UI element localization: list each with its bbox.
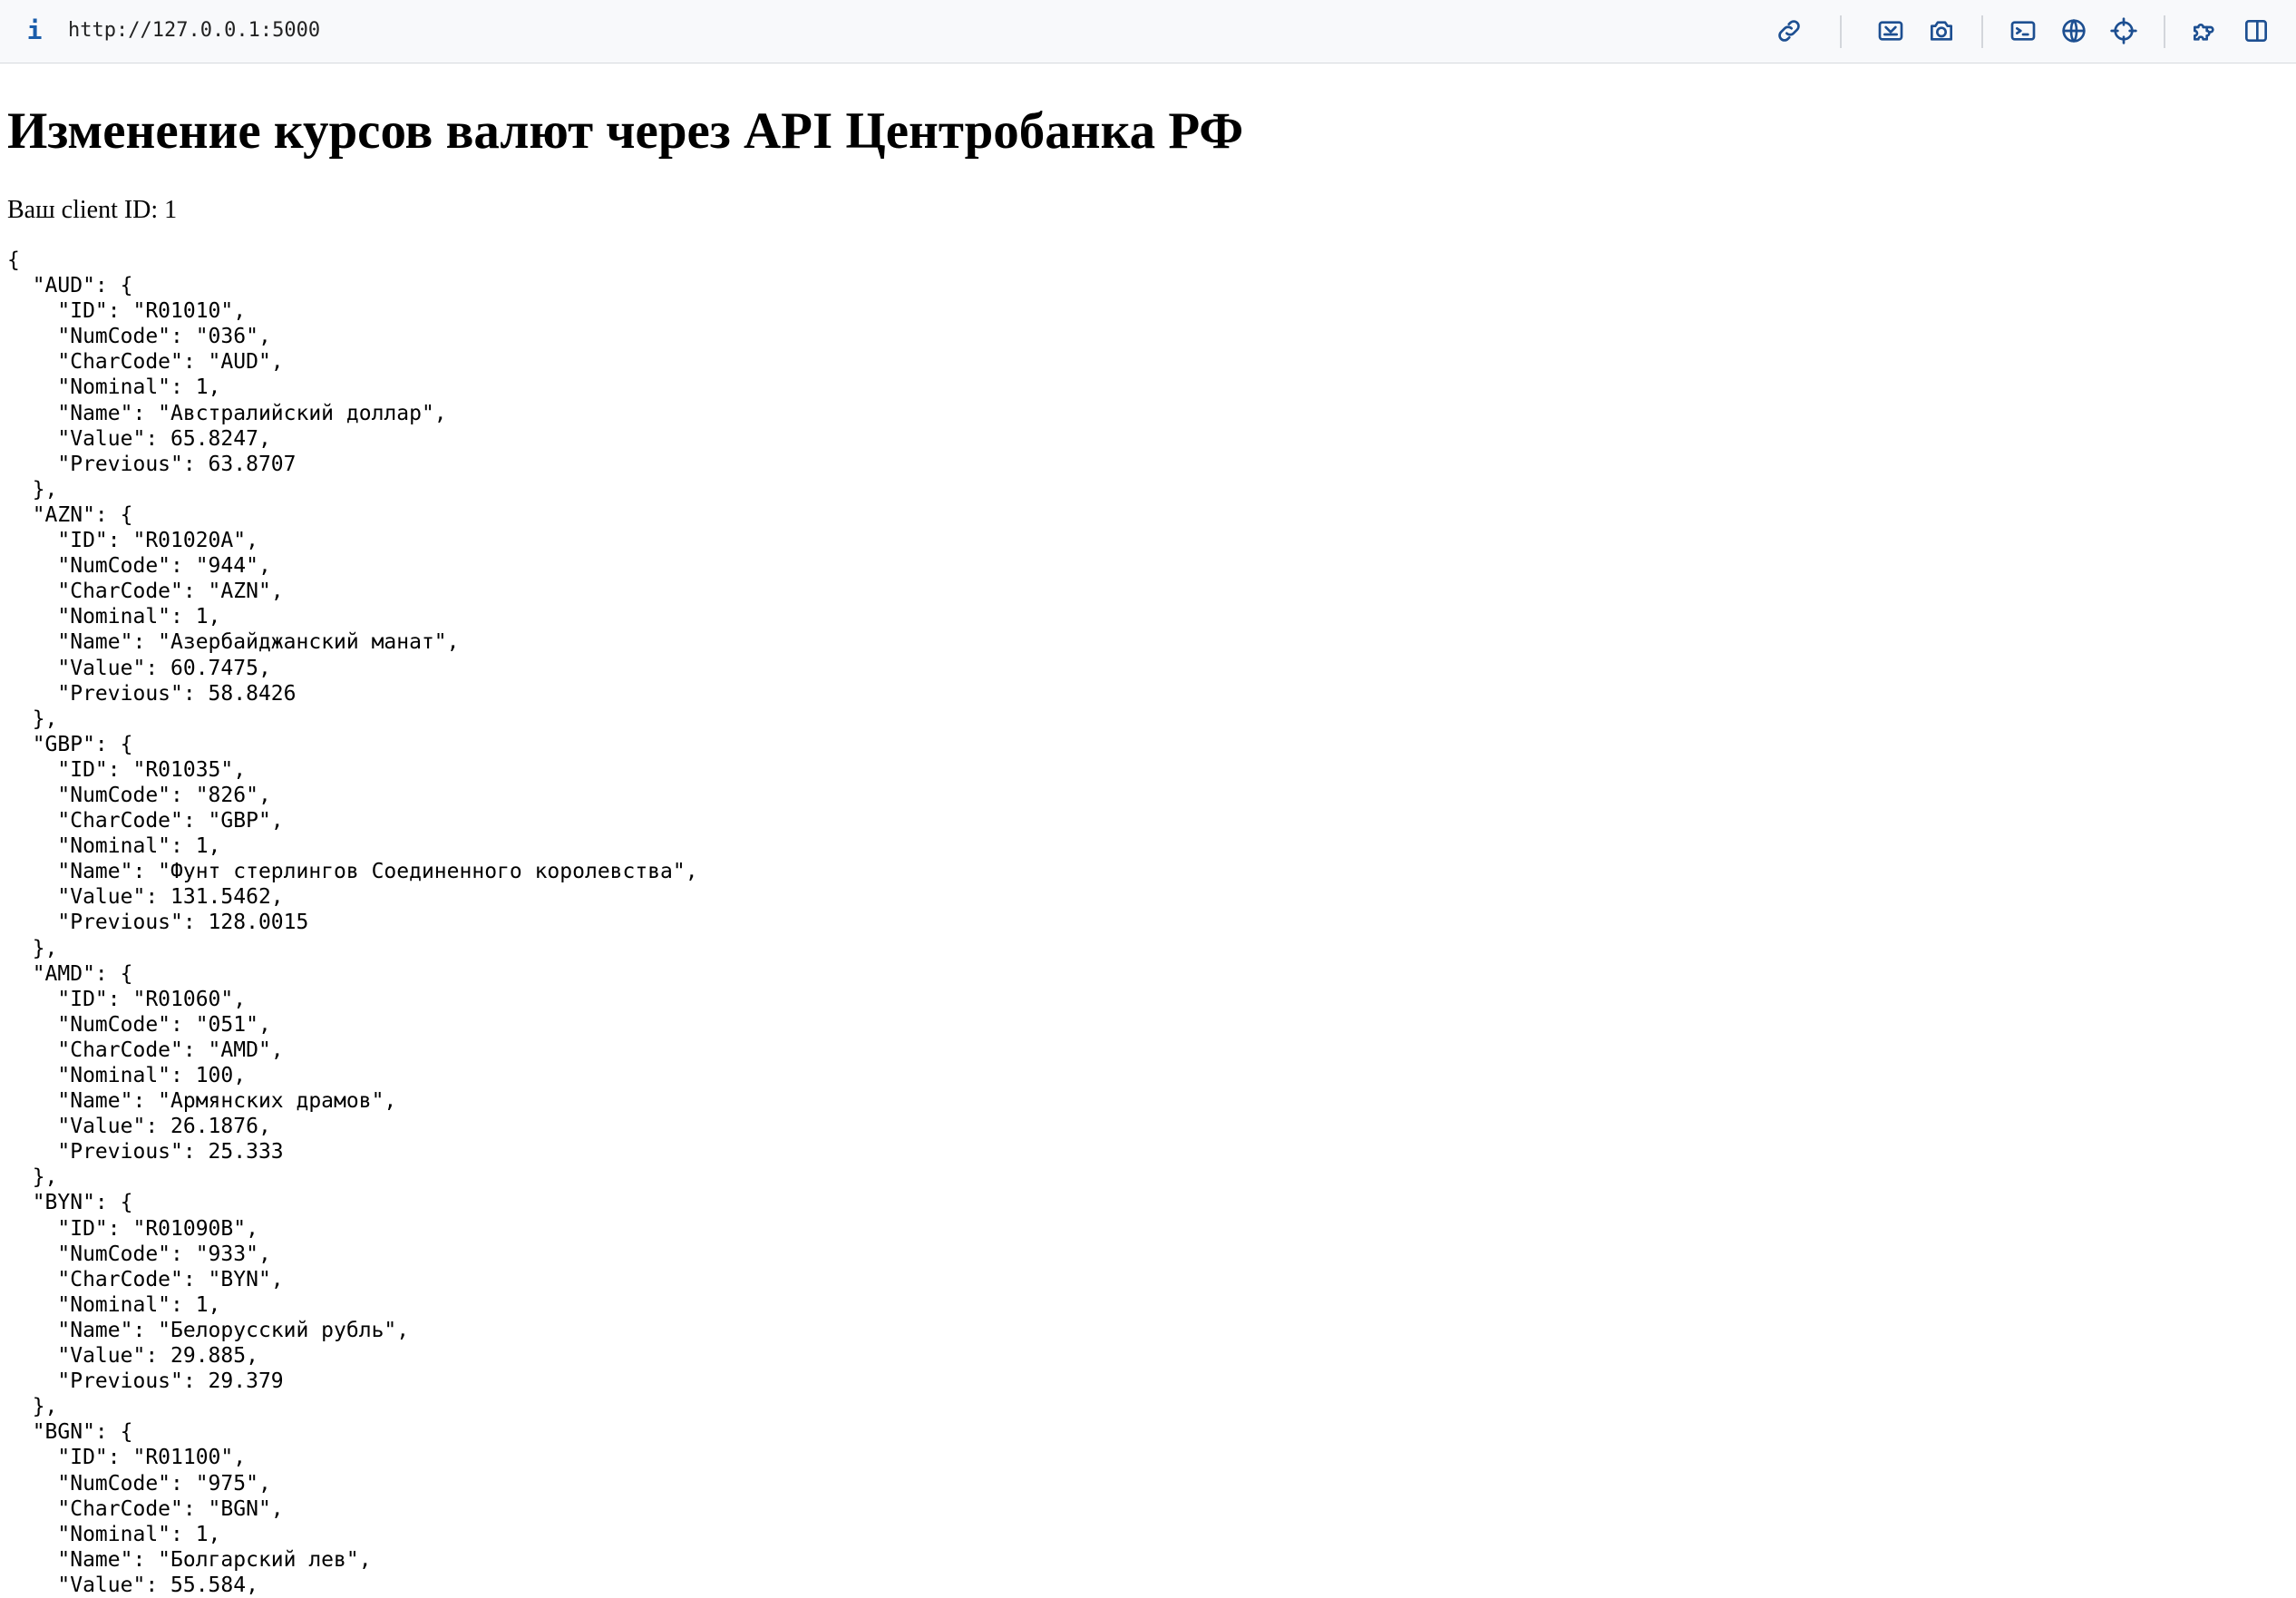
crosshair-icon[interactable]	[2106, 13, 2142, 49]
address-bar[interactable]: http://127.0.0.1:5000	[68, 15, 320, 47]
globe-icon[interactable]	[2056, 13, 2092, 49]
json-output: { "AUD": { "ID": "R01010", "NumCode": "0…	[7, 248, 698, 1597]
toolbar-separator	[1981, 15, 1983, 48]
screenshot-area-icon[interactable]	[1873, 13, 1909, 49]
toolbar-separator	[1840, 15, 1842, 48]
client-id-text: Ваш client ID: 1	[7, 196, 178, 224]
camera-icon[interactable]	[1923, 13, 1960, 49]
link-icon[interactable]	[1771, 13, 1807, 49]
toolbar-separator	[2164, 15, 2165, 48]
info-icon[interactable]: i	[24, 15, 45, 47]
extensions-icon[interactable]	[2186, 13, 2223, 49]
page-title: Изменение курсов валют через API Центроб…	[7, 102, 1244, 160]
terminal-icon[interactable]	[2005, 13, 2041, 49]
browser-toolbar: i http://127.0.0.1:5000	[0, 0, 2296, 63]
sidebar-icon[interactable]	[2238, 13, 2274, 49]
